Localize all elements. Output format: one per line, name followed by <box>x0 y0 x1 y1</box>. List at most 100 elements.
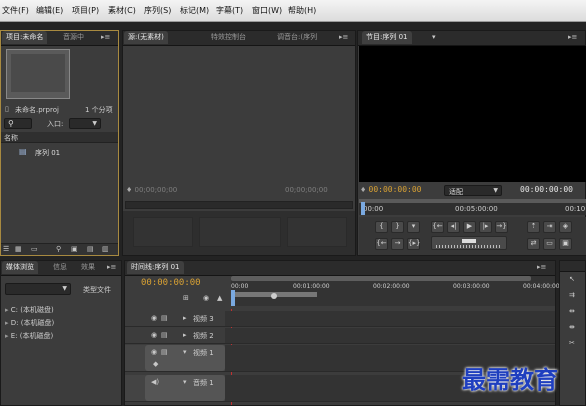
tab-project[interactable]: 项目:未命名 <box>2 31 48 44</box>
mark-in-icon[interactable]: { <box>375 221 388 233</box>
menu-file[interactable]: 文件(F) <box>2 5 29 16</box>
step-back-icon[interactable]: ◂| <box>447 221 460 233</box>
column-header[interactable]: 名称 <box>1 132 118 143</box>
razor-tool-icon[interactable]: ✂ <box>569 339 575 347</box>
go-to-next-edit-icon[interactable]: → <box>391 238 404 250</box>
media-browser-panel: 媒体浏览 信息 效果 ▸≡ ▼ 类型文件 ▸ C: (本机磁盘) ▸ D: (本… <box>0 260 122 406</box>
track-select-tool-icon[interactable]: ⇉ <box>569 291 575 299</box>
track-header-video-3[interactable]: ◉ ▤ ▸ 视频 3 <box>125 311 225 327</box>
eye-icon[interactable]: ◉ <box>151 314 157 322</box>
new-bin-icon[interactable]: ▣ <box>71 245 78 253</box>
tab-media-browser[interactable]: 媒体浏览 <box>2 261 38 274</box>
expand-icon[interactable]: ▾ <box>183 378 187 386</box>
track-lane-video-3[interactable] <box>225 311 555 327</box>
timeline-timecode[interactable]: 00:00:00:00 <box>141 278 201 288</box>
tab-program[interactable]: 节目:序列 01 <box>362 31 412 44</box>
expand-icon[interactable]: ▸ <box>183 314 187 322</box>
menu-title[interactable]: 字幕(T) <box>216 5 243 16</box>
film-icon[interactable]: ▤ <box>161 314 168 322</box>
drive-item[interactable]: ▸ E: (本机磁盘) <box>5 331 53 341</box>
new-item-icon[interactable]: ▤ <box>87 245 94 253</box>
search-input[interactable]: ⚲ <box>4 118 32 129</box>
tab-resource-center[interactable]: 音源中 <box>59 31 88 44</box>
step-forward-icon[interactable]: |▸ <box>479 221 492 233</box>
menu-sequence[interactable]: 序列(S) <box>144 5 171 16</box>
menu-edit[interactable]: 编辑(E) <box>36 5 63 16</box>
tab-effects[interactable]: 效果 <box>77 261 99 274</box>
icon-view-icon[interactable]: ▦ <box>15 245 22 253</box>
track-lane-video-2[interactable] <box>225 328 555 344</box>
program-timecode-current[interactable]: ♦ 00:00:00:00 <box>360 185 422 194</box>
selection-tool-icon[interactable]: ↖ <box>569 275 575 283</box>
menu-clip[interactable]: 素材(C) <box>108 5 136 16</box>
playhead-icon[interactable] <box>361 202 365 215</box>
automate-icon[interactable]: ▭ <box>31 245 38 253</box>
marker-icon[interactable]: ◉ <box>203 294 209 302</box>
extract-icon[interactable]: ⇥ <box>543 221 556 233</box>
playhead-icon[interactable] <box>231 290 235 306</box>
lock-icon[interactable]: ▲ <box>217 294 222 302</box>
go-to-previous-edit-icon[interactable]: {← <box>375 238 388 250</box>
delete-icon[interactable]: ▥ <box>102 245 109 253</box>
panel-menu-icon[interactable]: ▸≡ <box>564 31 581 44</box>
menu-window[interactable]: 窗口(W) <box>252 5 282 16</box>
play-in-to-out-icon[interactable]: {▸} <box>407 238 420 250</box>
mark-out-icon[interactable]: } <box>391 221 404 233</box>
fit-dropdown[interactable]: 适配 ▼ <box>444 185 502 196</box>
zoom-handle[interactable] <box>271 293 277 299</box>
trim-monitor-icon[interactable]: ⇄ <box>527 238 540 250</box>
ruler-label: 00:00 <box>363 205 384 213</box>
go-to-in-icon[interactable]: {← <box>431 221 444 233</box>
rolling-edit-tool-icon[interactable]: ⇼ <box>569 323 575 331</box>
source-scrubber[interactable] <box>125 201 353 209</box>
track-header-audio-1[interactable]: ◀) ▾ 音频 1 <box>125 375 225 402</box>
entry-dropdown[interactable]: ▼ <box>69 118 101 129</box>
program-video-display[interactable] <box>359 46 586 182</box>
track-header-video-2[interactable]: ◉ ▤ ▸ 视频 2 <box>125 328 225 344</box>
chevron-down-icon[interactable]: ▾ <box>428 31 440 44</box>
eye-icon[interactable]: ◉ <box>151 348 157 356</box>
drive-item[interactable]: ▸ C: (本机磁盘) <box>5 305 54 315</box>
tab-info[interactable]: 信息 <box>49 261 71 274</box>
list-view-icon[interactable]: ☰ <box>3 245 9 253</box>
tab-effect-controls[interactable]: 特效控制台 <box>207 31 250 44</box>
timeline-ruler[interactable]: 00:00 00:01:00:00 00:02:00:00 00:03:00:0… <box>231 276 560 306</box>
lift-icon[interactable]: ⇡ <box>527 221 540 233</box>
drive-item[interactable]: ▸ D: (本机磁盘) <box>5 318 54 328</box>
expand-icon[interactable]: ▸ <box>183 331 187 339</box>
output-icon[interactable]: ◈ <box>559 221 572 233</box>
menu-marker[interactable]: 标记(M) <box>180 5 209 16</box>
file-type-label: 类型文件 <box>83 286 111 294</box>
snap-icon[interactable]: ⊞ <box>183 294 189 302</box>
tab-source[interactable]: 源:(无素材) <box>124 31 168 44</box>
menu-help[interactable]: 帮助(H) <box>288 5 316 16</box>
export-frame-icon[interactable]: ▣ <box>559 238 572 250</box>
film-icon[interactable]: ▤ <box>161 331 168 339</box>
jog-shuttle[interactable] <box>431 236 507 250</box>
keyframe-icon[interactable]: ◆ <box>153 360 158 368</box>
expand-icon[interactable]: ▾ <box>183 348 187 356</box>
tab-audio-mixer[interactable]: 调音台:(序列 <box>273 31 321 44</box>
program-time-ruler[interactable]: 00:00 00:05:00:00 00:10 <box>359 199 586 215</box>
panel-menu-icon[interactable]: ▸≡ <box>103 261 120 274</box>
set-marker-icon[interactable]: ▾ <box>407 221 420 233</box>
track-header-video-1[interactable]: ◉ ▤ ▾ 视频 1 ◆ <box>125 345 225 372</box>
ripple-edit-tool-icon[interactable]: ⇹ <box>569 307 575 315</box>
panel-menu-icon[interactable]: ▸≡ <box>97 31 114 44</box>
location-dropdown[interactable]: ▼ <box>5 283 71 295</box>
play-icon[interactable]: ▶ <box>463 221 476 233</box>
go-to-out-icon[interactable]: →} <box>495 221 508 233</box>
eye-icon[interactable]: ◉ <box>151 331 157 339</box>
panel-menu-icon[interactable]: ▸≡ <box>533 261 550 274</box>
menu-project[interactable]: 项目(P) <box>72 5 99 16</box>
source-transport-controls <box>123 211 355 255</box>
find-icon[interactable]: ⚲ <box>56 245 61 253</box>
speaker-icon[interactable]: ◀) <box>151 378 159 386</box>
tab-timeline[interactable]: 时间线:序列 01 <box>127 261 184 274</box>
film-icon[interactable]: ▤ <box>161 348 168 356</box>
sequence-item[interactable]: 序列 01 <box>35 148 60 158</box>
safe-margins-icon[interactable]: ▭ <box>543 238 556 250</box>
panel-menu-icon[interactable]: ▸≡ <box>335 31 352 44</box>
source-controls-disabled-right <box>287 217 347 247</box>
ruler-label: 00:00 <box>231 283 249 290</box>
